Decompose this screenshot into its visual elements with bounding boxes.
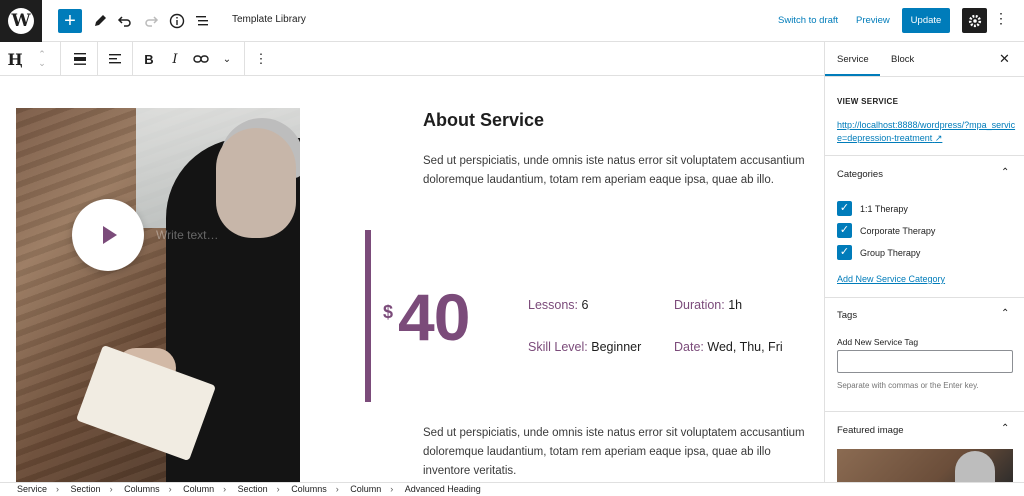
- date-label: Date:: [674, 340, 704, 354]
- tags-panel: Tags ⌃ Add New Service Tag Separate with…: [825, 298, 1024, 412]
- tag-input[interactable]: [837, 350, 1013, 373]
- tab-service[interactable]: Service: [837, 54, 869, 65]
- price-currency: $: [383, 302, 394, 322]
- update-button[interactable]: Update: [902, 8, 950, 33]
- breadcrumb-item[interactable]: Columns: [291, 484, 327, 494]
- chevron-right-icon: ›: [276, 484, 280, 494]
- more-options-icon[interactable]: ⋮: [994, 11, 1008, 25]
- price-value: 40: [398, 280, 470, 354]
- play-icon: [103, 226, 117, 244]
- view-service-link[interactable]: http://localhost:8888/wordpress/?mpa_ser…: [837, 119, 1017, 145]
- wordpress-logo-icon: W: [8, 8, 34, 34]
- about-service-heading[interactable]: About Service: [423, 110, 544, 131]
- block-options-icon[interactable]: ⋮: [250, 42, 272, 76]
- external-link-icon: ↗: [934, 133, 943, 143]
- settings-button[interactable]: [962, 8, 987, 33]
- block-breadcrumb: Service › Section › Columns › Column › Secti…: [0, 482, 1024, 496]
- info-icon[interactable]: [165, 9, 189, 33]
- preview-button[interactable]: Preview: [856, 15, 890, 26]
- duration-value: 1h: [728, 298, 743, 312]
- breadcrumb-item[interactable]: Section: [71, 484, 101, 494]
- featured-image-thumbnail[interactable]: [837, 449, 1013, 482]
- skill-meta: Skill Level: Beginner: [528, 340, 641, 354]
- sidebar-tabs: Service Block ✕: [825, 42, 1024, 77]
- duration-label: Duration:: [674, 298, 725, 312]
- italic-icon[interactable]: I: [164, 42, 186, 76]
- heading-level-icon[interactable]: [68, 42, 92, 76]
- category-item[interactable]: ✓ Group Therapy: [837, 245, 920, 260]
- date-meta: Date: Wed, Thu, Fri: [674, 340, 783, 354]
- service-video-image[interactable]: Write text…: [16, 108, 300, 482]
- category-label: Group Therapy: [860, 247, 921, 258]
- category-label: 1:1 Therapy: [860, 203, 908, 214]
- close-icon[interactable]: ✕: [999, 51, 1010, 67]
- category-item[interactable]: ✓ 1:1 Therapy: [837, 201, 908, 216]
- lessons-value: 6: [581, 298, 589, 312]
- chevron-down-icon[interactable]: ⌄: [216, 42, 238, 76]
- undo-icon[interactable]: [113, 9, 137, 33]
- editor-header: W + Template Library Switch to draft Pre…: [0, 0, 1024, 42]
- categories-heading[interactable]: Categories: [837, 169, 883, 180]
- categories-panel: Categories ⌃ ✓ 1:1 Therapy ✓ Corporate T…: [825, 156, 1024, 298]
- align-left-icon[interactable]: [103, 42, 127, 76]
- breadcrumb-item-current[interactable]: Advanced Heading: [405, 484, 481, 494]
- category-item[interactable]: ✓ Corporate Therapy: [837, 223, 935, 238]
- link-icon[interactable]: [189, 42, 213, 76]
- category-label: Corporate Therapy: [860, 225, 936, 236]
- breadcrumb-item[interactable]: Column: [350, 484, 381, 494]
- chevron-right-icon: ›: [109, 484, 113, 494]
- duration-meta: Duration: 1h: [674, 298, 742, 312]
- move-up-down-icon[interactable]: ⌃ ⌄: [34, 42, 50, 76]
- skill-value: Beginner: [591, 340, 642, 354]
- chevron-right-icon: ›: [56, 484, 60, 494]
- write-text-placeholder[interactable]: Write text…: [156, 228, 218, 242]
- checkbox-checked[interactable]: ✓: [837, 201, 852, 216]
- redo-icon[interactable]: [139, 9, 163, 33]
- chevron-right-icon: ›: [390, 484, 394, 494]
- tab-block[interactable]: Block: [891, 54, 914, 65]
- add-block-button[interactable]: +: [58, 9, 82, 33]
- chevron-up-icon[interactable]: ⌃: [1001, 167, 1009, 178]
- gear-icon: [968, 14, 981, 27]
- editor-canvas: Write text… About Service Sed ut perspic…: [0, 77, 824, 482]
- list-view-icon[interactable]: [190, 9, 214, 33]
- settings-sidebar: Service Block ✕ VIEW SERVICE http://loca…: [824, 42, 1024, 482]
- wordpress-logo-button[interactable]: W: [0, 0, 42, 42]
- date-value: Wed, Thu, Fri: [707, 340, 783, 354]
- pencil-tools-icon[interactable]: [88, 9, 112, 33]
- lessons-label: Lessons:: [528, 298, 579, 312]
- add-tag-label: Add New Service Tag: [837, 337, 919, 347]
- breadcrumb-item[interactable]: Service: [17, 484, 47, 494]
- document-title[interactable]: Template Library: [232, 14, 306, 25]
- chevron-up-icon[interactable]: ⌃: [1001, 308, 1009, 319]
- details-paragraph[interactable]: Sed ut perspiciatis, unde omnis iste nat…: [423, 424, 808, 481]
- chevron-right-icon: ›: [223, 484, 227, 494]
- chevron-right-icon: ›: [168, 484, 172, 494]
- checkbox-checked[interactable]: ✓: [837, 223, 852, 238]
- view-service-label: VIEW SERVICE: [837, 97, 899, 106]
- lessons-meta: Lessons: 6: [528, 298, 588, 312]
- play-button[interactable]: [72, 199, 144, 271]
- chevron-up-icon[interactable]: ⌃: [1001, 423, 1009, 434]
- featured-image-panel: Featured image ⌃: [825, 412, 1024, 482]
- checkbox-checked[interactable]: ✓: [837, 245, 852, 260]
- breadcrumb-item[interactable]: Columns: [124, 484, 160, 494]
- block-toolbar: Ⱨ ⌃ ⌄ B I ⌄ ⋮: [0, 42, 824, 76]
- switch-to-draft-button[interactable]: Switch to draft: [778, 15, 838, 26]
- featured-image-heading[interactable]: Featured image: [837, 425, 904, 436]
- bold-icon[interactable]: B: [138, 42, 160, 76]
- tags-heading[interactable]: Tags: [837, 310, 857, 321]
- block-type-icon[interactable]: Ⱨ: [4, 42, 26, 76]
- active-tab-indicator: [825, 74, 880, 76]
- breadcrumb-item[interactable]: Column: [183, 484, 214, 494]
- intro-paragraph[interactable]: Sed ut perspiciatis, unde omnis iste nat…: [423, 152, 808, 190]
- skill-label: Skill Level:: [528, 340, 588, 354]
- chevron-right-icon: ›: [335, 484, 339, 494]
- breadcrumb-item[interactable]: Section: [238, 484, 268, 494]
- price-accent-bar: [365, 230, 371, 402]
- add-category-link[interactable]: Add New Service Category: [837, 273, 945, 286]
- view-service-panel: VIEW SERVICE http://localhost:8888/wordp…: [825, 77, 1024, 156]
- tag-help-text: Separate with commas or the Enter key.: [837, 381, 979, 390]
